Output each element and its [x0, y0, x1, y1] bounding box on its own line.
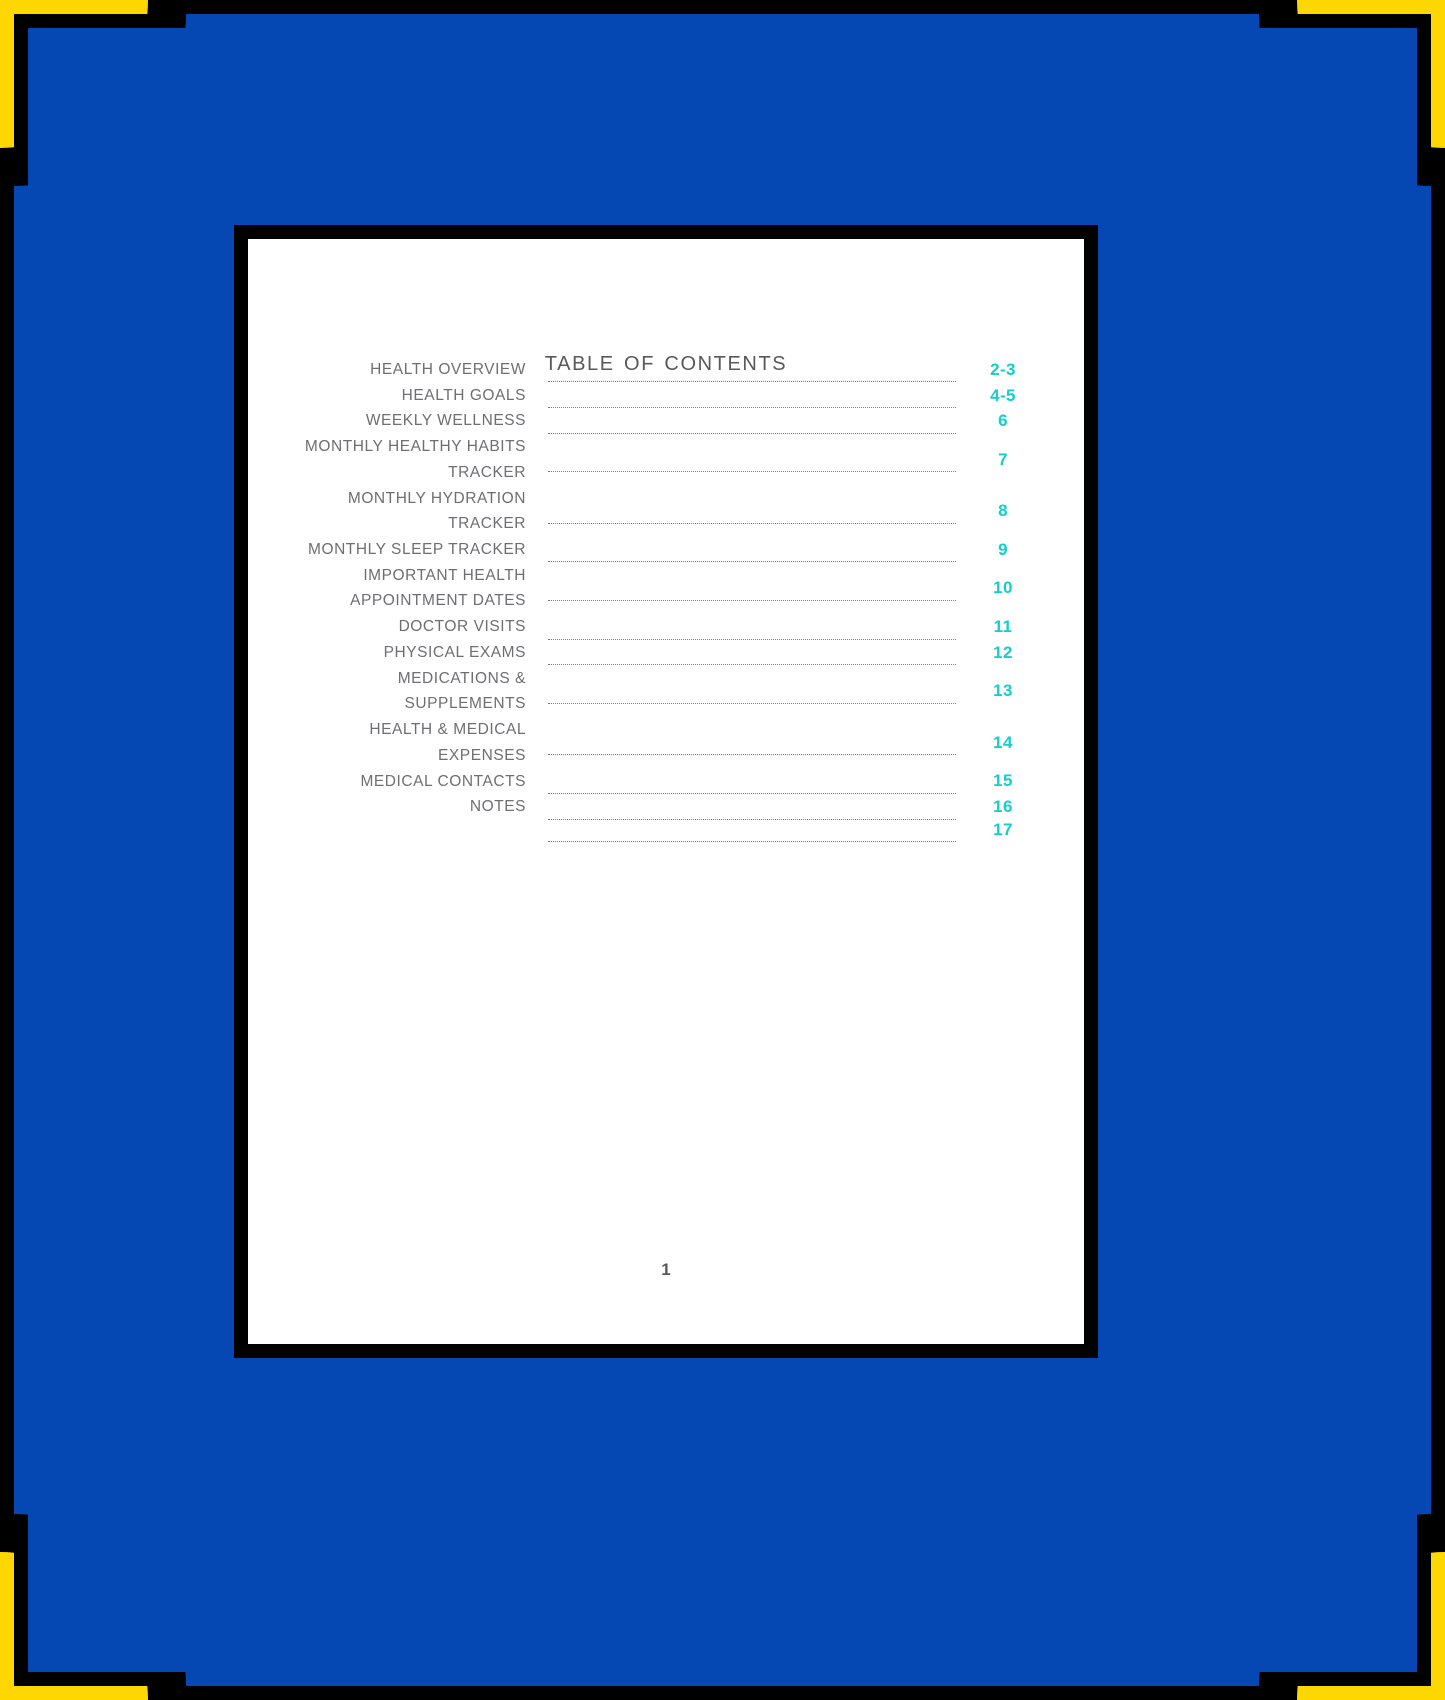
- toc-entry[interactable]: MEDICAL CONTACTS 15: [296, 769, 1036, 795]
- toc-entry-label: HEALTH OVERVIEW: [370, 361, 526, 378]
- toc-entry-label: MEDICATIONS & SUPPLEMENTS: [397, 669, 526, 713]
- toc-leader-line: [548, 792, 956, 794]
- toc-entry-label: MONTHLY SLEEP TRACKER: [308, 541, 526, 559]
- toc-entry-page-number: 4-5: [990, 385, 1016, 405]
- toc-entry[interactable]: MONTHLY SLEEP TRACKER 9: [296, 537, 1036, 563]
- toc-entry[interactable]: 17: [296, 819, 1036, 843]
- toc-entry-page-number: 17: [993, 819, 1013, 839]
- toc-entry-label: DOCTOR VISITS: [398, 618, 526, 636]
- toc-entry-label: MONTHLY HEALTHY HABITS TRACKER: [304, 438, 526, 481]
- scoop-inner-bottom-right: [1259, 1514, 1417, 1672]
- toc-entry-page-number: 15: [993, 771, 1013, 791]
- toc-entry-label: HEALTH GOALS: [401, 386, 526, 404]
- toc-entry-label: NOTES: [469, 798, 526, 816]
- toc-entry-label: WEEKLY WELLNESS: [365, 412, 526, 430]
- toc-entry[interactable]: HEALTH & MEDICAL EXPENSES 14: [296, 717, 1036, 768]
- scoop-inner-top-left: [28, 28, 186, 186]
- document-page: TABLE OF CONTENTS HEALTH OVERVIEW 2-3 HEAL…: [248, 239, 1084, 1344]
- scoop-inner-top-right: [1259, 28, 1417, 186]
- toc-entry[interactable]: NOTES 16: [296, 794, 1036, 820]
- toc-entry[interactable]: MONTHLY HEALTHY HABITS TRACKER 7: [296, 434, 1036, 485]
- toc-entry[interactable]: IMPORTANT HEALTH APPOINTMENT DATES 10: [296, 563, 1036, 614]
- toc-leader-line: [548, 754, 956, 756]
- toc-leader-line: [548, 841, 956, 843]
- toc-entry[interactable]: DOCTOR VISITS 11: [296, 614, 1036, 640]
- page-number-footer: 1: [661, 1260, 671, 1279]
- scoop-inner-bottom-left: [28, 1514, 186, 1672]
- toc-entry-label: PHYSICAL EXAMS: [383, 643, 526, 661]
- table-of-contents-list: HEALTH OVERVIEW 2-3 HEALTH GOALS 4-5 WEEKLY …: [248, 357, 1084, 843]
- toc-entry-label: HEALTH & MEDICAL EXPENSES: [369, 721, 526, 764]
- toc-entry[interactable]: HEALTH GOALS 4-5: [296, 383, 1036, 409]
- toc-entry-page-number: 2-3: [990, 359, 1016, 379]
- toc-entry-page-number: 10: [993, 578, 1013, 598]
- toc-leader-line: [548, 522, 956, 524]
- toc-entry-page-number: 7: [998, 449, 1008, 469]
- poster-canvas: TABLE OF CONTENTS HEALTH OVERVIEW 2-3 HEAL…: [0, 0, 1445, 1700]
- toc-entry[interactable]: MEDICATIONS & SUPPLEMENTS 13: [296, 666, 1036, 717]
- toc-leader-line: [548, 432, 956, 434]
- toc-entry-page-number: 14: [993, 732, 1013, 752]
- toc-entry-label: IMPORTANT HEALTH APPOINTMENT DATES: [350, 566, 526, 610]
- toc-entry-page-number: 16: [993, 797, 1013, 817]
- toc-entry-page-number: 12: [993, 642, 1013, 662]
- toc-entry[interactable]: PHYSICAL EXAMS 12: [296, 640, 1036, 666]
- toc-entry[interactable]: HEALTH OVERVIEW 2-3: [296, 357, 1036, 383]
- toc-leader-line: [548, 471, 956, 473]
- toc-leader-line: [548, 599, 956, 601]
- toc-entry-page-number: 9: [998, 539, 1008, 559]
- page-frame: TABLE OF CONTENTS HEALTH OVERVIEW 2-3 HEAL…: [234, 225, 1098, 1358]
- toc-entry-page-number: 6: [998, 411, 1008, 431]
- toc-entry-label: MONTHLY HYDRATION TRACKER: [347, 489, 526, 533]
- toc-entry-page-number: 11: [993, 617, 1013, 637]
- toc-entry-label: MEDICAL CONTACTS: [360, 772, 526, 790]
- toc-leader-line: [548, 702, 956, 704]
- toc-leader-line: [548, 664, 956, 666]
- toc-entry[interactable]: WEEKLY WELLNESS 6: [296, 408, 1036, 434]
- toc-leader-line: [548, 407, 956, 409]
- toc-entry[interactable]: MONTHLY HYDRATION TRACKER 8: [296, 486, 1036, 537]
- toc-leader-line: [548, 818, 956, 820]
- toc-leader-line: [548, 561, 956, 563]
- toc-entry-page-number: 13: [993, 681, 1013, 701]
- toc-leader-line: [548, 381, 956, 383]
- toc-leader-line: [548, 638, 956, 640]
- toc-entry-page-number: 8: [998, 501, 1008, 521]
